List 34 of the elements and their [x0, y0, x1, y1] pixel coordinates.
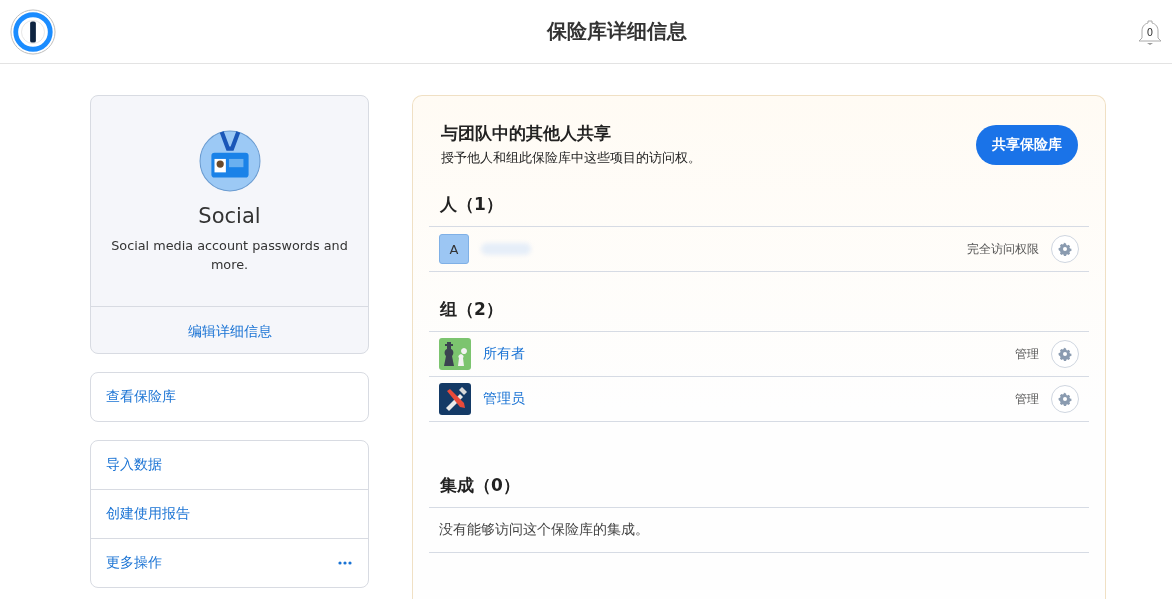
more-dots-icon — [338, 561, 352, 565]
section-heading: 集成（0） — [439, 474, 521, 497]
settings-button[interactable] — [1051, 235, 1079, 263]
tools-icon — [439, 383, 471, 415]
share-vault-button[interactable]: 共享保险库 — [976, 124, 1078, 165]
empty-message: 没有能够访问这个保险库的集成。 — [439, 521, 649, 539]
vault-description: Social media account passwords and more. — [110, 237, 349, 274]
action-link[interactable]: 创建使用报告 — [91, 489, 368, 538]
group-name-link[interactable]: 管理员 — [483, 390, 525, 408]
notification-count: 0 — [1145, 26, 1155, 38]
permission-label: 管理 — [1015, 390, 1039, 408]
app-logo-icon[interactable] — [10, 8, 56, 55]
action-link[interactable]: 更多操作 — [91, 538, 368, 587]
section-heading: 人（1） — [439, 193, 504, 216]
permission-label: 完全访问权限 — [967, 240, 1039, 258]
section-heading: 组（2） — [439, 298, 504, 321]
edit-details-link[interactable]: 编辑详细信息 — [187, 323, 272, 339]
share-title: 与团队中的其他人共享 — [441, 122, 612, 145]
view-vault-link[interactable]: 查看保险库 — [91, 373, 368, 421]
permission-label: 管理 — [1015, 345, 1039, 363]
settings-button[interactable] — [1051, 340, 1079, 368]
group-name-link[interactable]: 所有者 — [483, 345, 525, 363]
page-title: 保险库详细信息 — [547, 18, 687, 45]
share-subtitle: 授予他人和组此保险库中这些项目的访问权。 — [441, 149, 701, 167]
user-avatar: A — [439, 234, 469, 264]
chess-pieces-icon — [439, 338, 471, 370]
blurred-name — [481, 243, 531, 255]
id-badge-icon — [198, 130, 261, 192]
gear-icon — [1058, 242, 1072, 256]
vault-name: Social — [198, 204, 261, 228]
settings-button[interactable] — [1051, 385, 1079, 413]
action-link[interactable]: 导入数据 — [91, 441, 368, 489]
gear-icon — [1058, 392, 1072, 406]
gear-icon — [1058, 347, 1072, 361]
